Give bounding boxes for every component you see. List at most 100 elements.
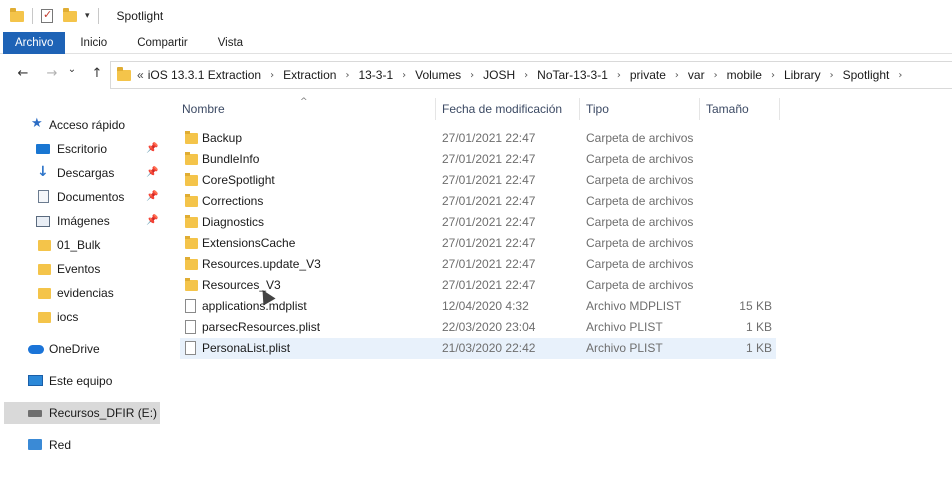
pin-icon[interactable]: 📌 [146, 143, 158, 154]
file-type: Archivo PLIST [586, 341, 663, 355]
document-file-icon [185, 320, 196, 334]
tab-vista[interactable]: Vista [203, 32, 258, 54]
chevron-right-icon[interactable]: › [898, 70, 902, 81]
customize-dropdown-icon[interactable]: ▾ [85, 11, 90, 21]
breadcrumb-item[interactable]: 13-3-1 [358, 68, 393, 82]
tab-archivo[interactable]: Archivo [3, 32, 66, 54]
breadcrumb-item[interactable]: mobile [727, 68, 762, 82]
breadcrumb-item[interactable]: Volumes [415, 68, 461, 82]
pin-icon[interactable]: 📌 [146, 191, 158, 202]
sidebar-item-acceso-rapido[interactable]: ★ Acceso rápido [0, 114, 162, 136]
sidebar-item-onedrive[interactable]: OneDrive [0, 338, 162, 360]
breadcrumb-item[interactable]: Extraction [283, 68, 336, 82]
column-divider[interactable] [699, 98, 700, 120]
column-header-type[interactable]: Tipo [586, 102, 609, 120]
up-arrow-icon[interactable]: ↑ [85, 66, 109, 81]
sidebar-item-label: OneDrive [49, 342, 100, 356]
breadcrumb-overflow-icon[interactable]: « [137, 68, 144, 82]
file-date: 12/04/2020 4:32 [442, 299, 529, 313]
recent-locations-dropdown-icon[interactable]: ⌄ [60, 64, 84, 75]
file-row[interactable]: ExtensionsCache 27/01/2021 22:47 Carpeta… [180, 233, 776, 254]
file-type: Carpeta de archivos [586, 173, 694, 187]
back-arrow-icon[interactable]: ← [11, 66, 35, 81]
new-folder-icon[interactable] [63, 7, 77, 22]
sidebar-item-label: Red [49, 438, 72, 452]
title-separator [32, 8, 33, 24]
chevron-right-icon[interactable]: › [345, 70, 349, 81]
file-row[interactable]: Corrections 27/01/2021 22:47 Carpeta de … [180, 191, 776, 212]
column-header-name[interactable]: Nombre [182, 102, 225, 120]
file-date: 22/03/2020 23:04 [442, 320, 536, 334]
chevron-right-icon[interactable]: › [402, 70, 406, 81]
title-bar: ▾ Spotlight [0, 0, 952, 32]
sidebar-item-01-bulk[interactable]: 01_Bulk [0, 234, 162, 256]
file-date: 27/01/2021 22:47 [442, 194, 536, 208]
chevron-right-icon[interactable]: › [524, 70, 528, 81]
ribbon-tabs: Archivo Inicio Compartir Vista [0, 32, 952, 54]
sidebar-item-evidencias[interactable]: evidencias [0, 282, 162, 304]
chevron-right-icon[interactable]: › [675, 70, 679, 81]
pin-icon[interactable]: 📌 [146, 215, 158, 226]
sidebar-item-eventos[interactable]: Eventos [0, 258, 162, 280]
navigation-bar: ← → ⌄ ↑ « iOS 13.3.1 Extraction › Extrac… [0, 58, 952, 92]
breadcrumb-item[interactable]: var [688, 68, 705, 82]
folder-icon [38, 240, 51, 251]
sidebar-item-documentos[interactable]: Documentos 📌 [0, 186, 162, 208]
file-size: 1 KB [745, 341, 772, 355]
sidebar-item-iocs[interactable]: iocs [0, 306, 162, 328]
file-size: 1 KB [745, 320, 772, 334]
file-row[interactable]: parsecResources.plist 22/03/2020 23:04 A… [180, 317, 776, 338]
tab-compartir[interactable]: Compartir [122, 32, 202, 54]
file-row[interactable]: Resources.update_V3 27/01/2021 22:47 Car… [180, 254, 776, 275]
sort-ascending-icon[interactable]: ^ [300, 97, 308, 107]
pin-icon[interactable]: 📌 [146, 167, 158, 178]
chevron-right-icon[interactable]: › [714, 70, 718, 81]
breadcrumb-item[interactable]: NoTar-13-3-1 [537, 68, 608, 82]
onedrive-cloud-icon [28, 345, 44, 354]
folder-icon[interactable] [10, 7, 24, 22]
sidebar-item-label: Recursos_DFIR (E:) [49, 406, 158, 420]
sidebar-item-descargas[interactable]: ↓ Descargas 📌 [0, 162, 162, 184]
folder-icon [185, 194, 198, 207]
sidebar-item-escritorio[interactable]: Escritorio 📌 [0, 138, 162, 160]
column-header-date[interactable]: Fecha de modificación [442, 102, 562, 120]
breadcrumb-item[interactable]: private [630, 68, 666, 82]
sidebar-item-este-equipo[interactable]: Este equipo [0, 370, 162, 392]
chevron-right-icon[interactable]: › [830, 70, 834, 81]
sidebar-item-imagenes[interactable]: Imágenes 📌 [0, 210, 162, 232]
sidebar-item-label: Documentos [57, 190, 125, 204]
breadcrumb-item[interactable]: Spotlight [843, 68, 890, 82]
file-type: Carpeta de archivos [586, 257, 694, 271]
folder-icon [185, 236, 198, 249]
breadcrumb-item[interactable]: iOS 13.3.1 Extraction [148, 68, 261, 82]
chevron-right-icon[interactable]: › [771, 70, 775, 81]
sidebar-item-red[interactable]: Red [0, 434, 162, 456]
folder-icon [185, 152, 198, 165]
properties-icon[interactable] [41, 8, 53, 23]
file-row[interactable]: CoreSpotlight 27/01/2021 22:47 Carpeta d… [180, 170, 776, 191]
file-name: Corrections [202, 194, 264, 208]
breadcrumb-item[interactable]: JOSH [483, 68, 515, 82]
sidebar-item-label: evidencias [57, 286, 114, 300]
file-row[interactable]: Backup 27/01/2021 22:47 Carpeta de archi… [180, 128, 776, 149]
column-header-size[interactable]: Tamaño [706, 102, 749, 120]
file-row[interactable]: Diagnostics 27/01/2021 22:47 Carpeta de … [180, 212, 776, 233]
chevron-right-icon[interactable]: › [270, 70, 274, 81]
chevron-right-icon[interactable]: › [617, 70, 621, 81]
sidebar-item-recursos-dfir[interactable]: Recursos_DFIR (E:) [4, 402, 160, 424]
tab-inicio[interactable]: Inicio [65, 32, 122, 54]
folder-icon [38, 288, 51, 299]
sidebar-item-label: Este equipo [49, 374, 113, 388]
address-bar[interactable]: « iOS 13.3.1 Extraction › Extraction › 1… [110, 61, 952, 89]
file-name: Resources.update_V3 [202, 257, 321, 271]
column-divider[interactable] [779, 98, 780, 120]
chevron-right-icon[interactable]: › [470, 70, 474, 81]
column-divider[interactable] [435, 98, 436, 120]
download-icon: ↓ [37, 164, 49, 180]
file-row[interactable]: BundleInfo 27/01/2021 22:47 Carpeta de a… [180, 149, 776, 170]
column-divider[interactable] [579, 98, 580, 120]
file-date: 27/01/2021 22:47 [442, 131, 536, 145]
file-date: 21/03/2020 22:42 [442, 341, 536, 355]
file-row[interactable]: PersonaList.plist 21/03/2020 22:42 Archi… [180, 338, 776, 359]
breadcrumb-item[interactable]: Library [784, 68, 821, 82]
